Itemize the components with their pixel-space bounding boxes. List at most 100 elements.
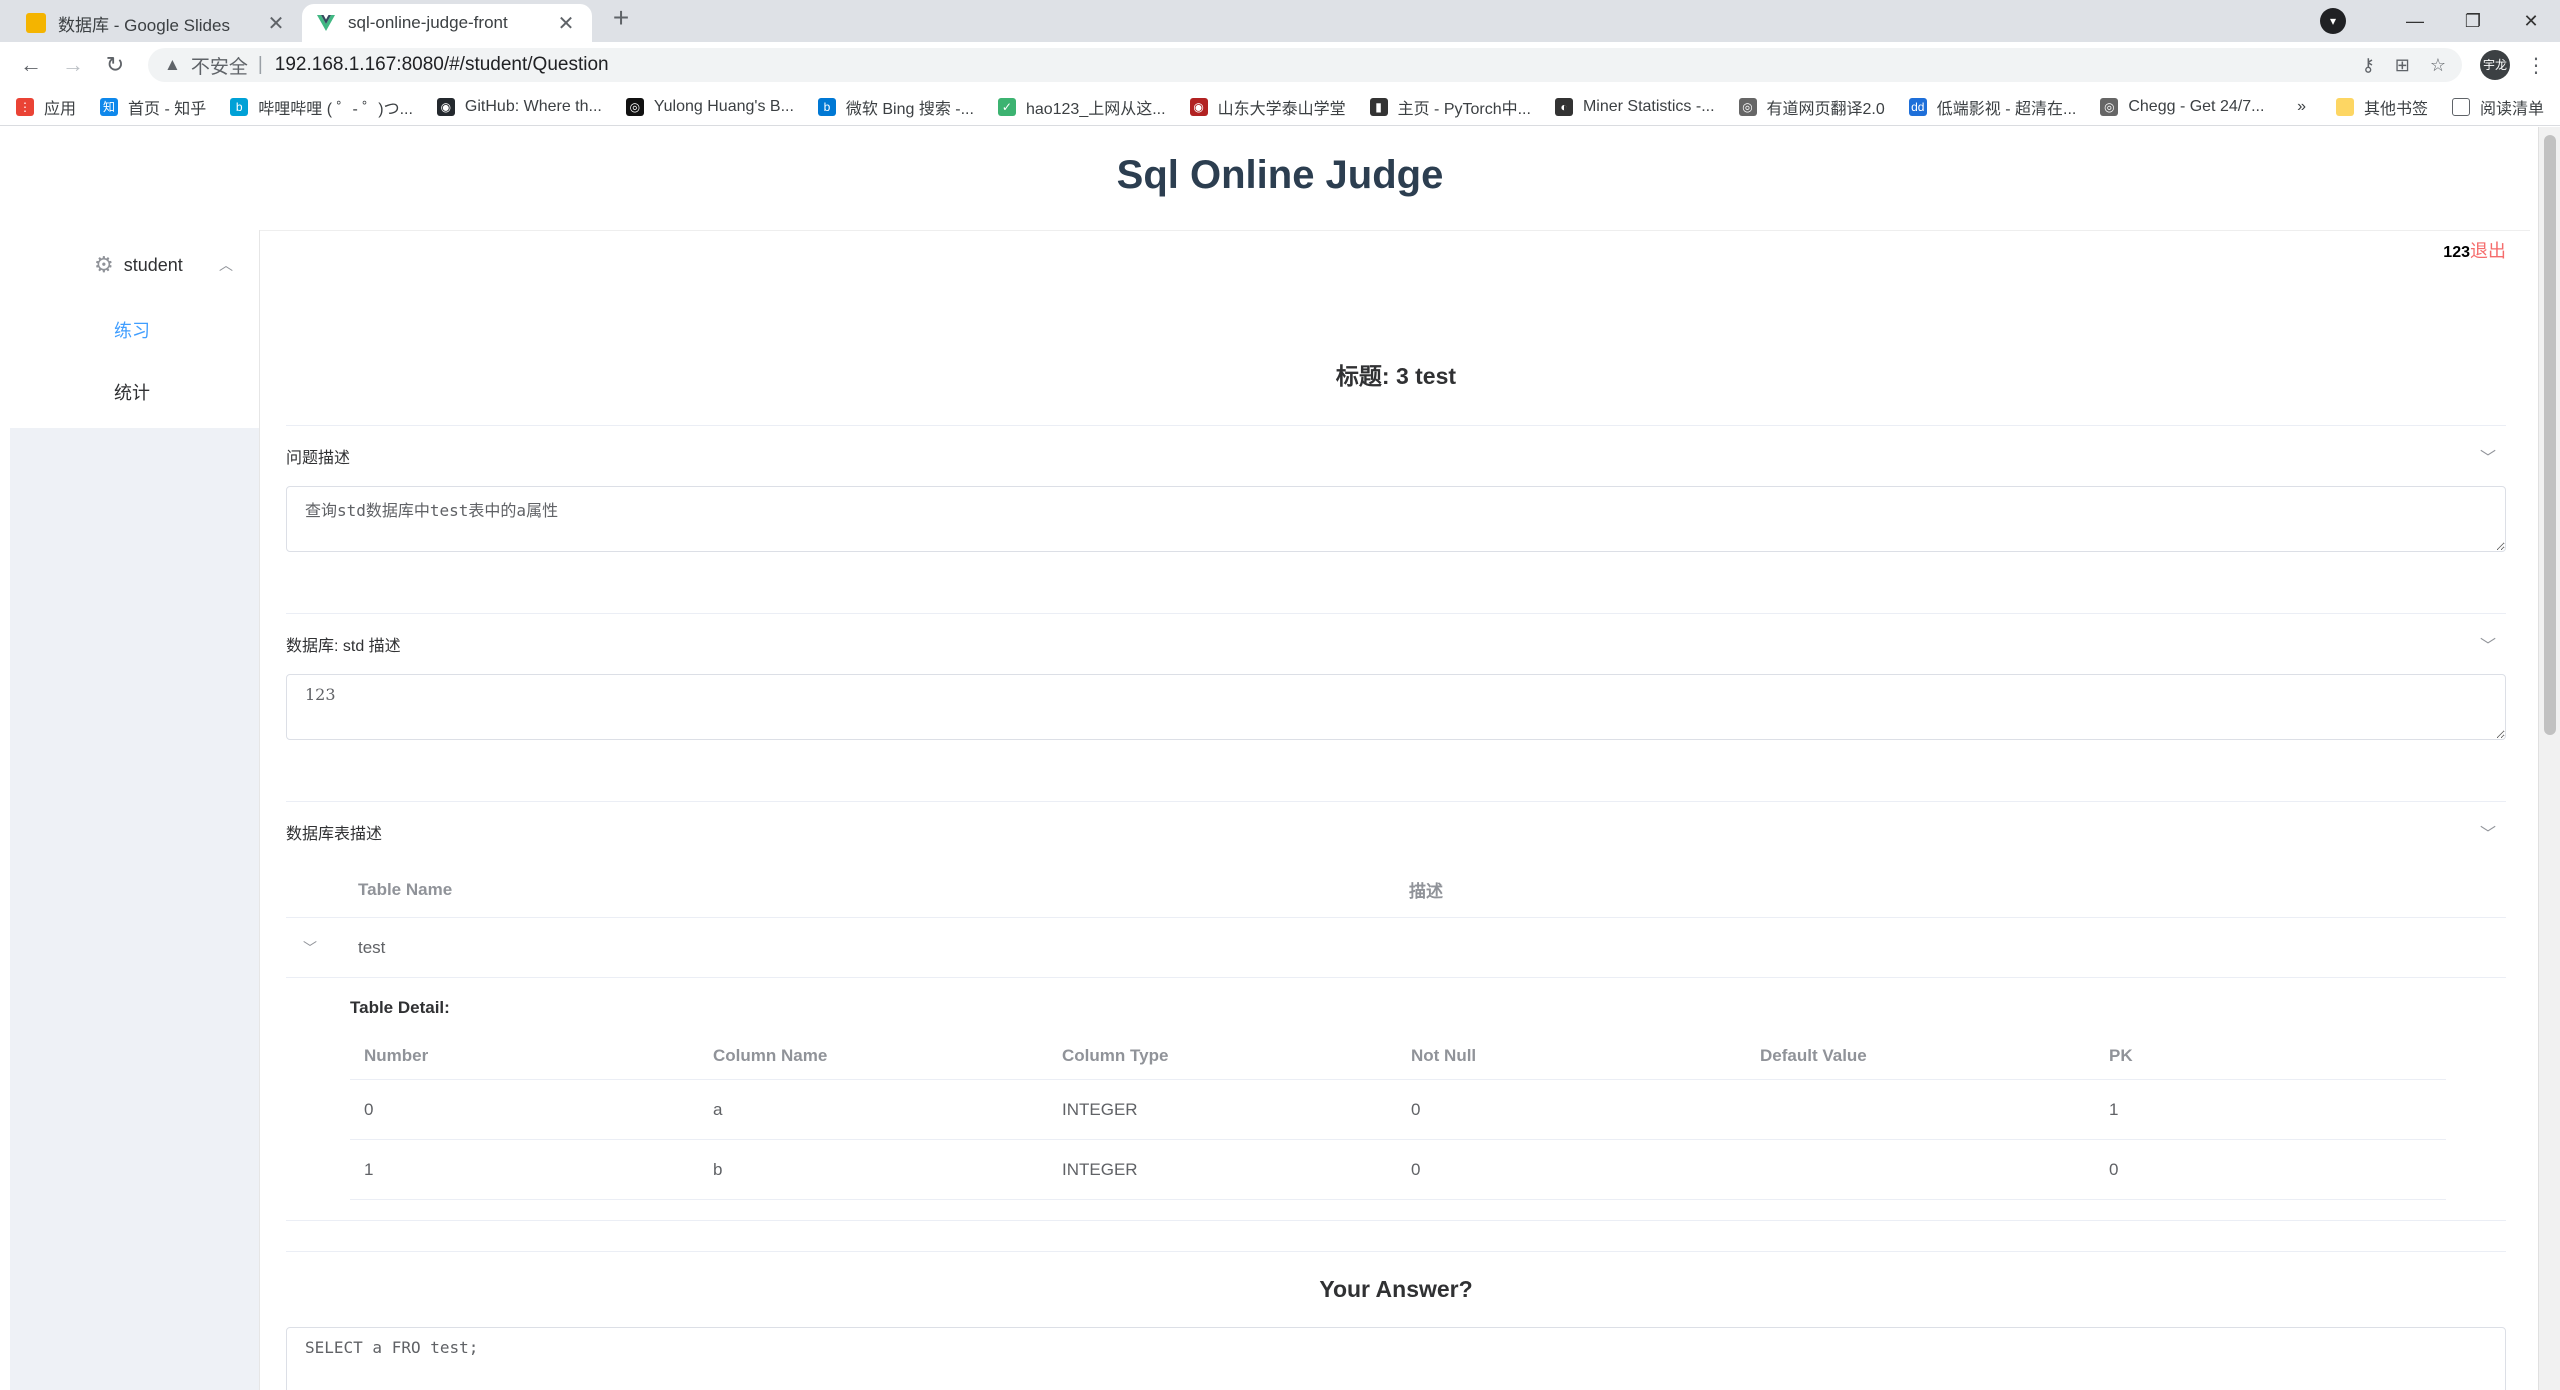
- url-text[interactable]: 192.168.1.167:8080/#/student/Question: [275, 54, 2342, 76]
- reload-icon[interactable]: ↻: [98, 52, 132, 78]
- sidebar-item-practice[interactable]: 练习: [10, 300, 259, 362]
- address-bar[interactable]: ▲ 不安全 | 192.168.1.167:8080/#/student/Que…: [148, 48, 2462, 82]
- bookmark-item[interactable]: b 微软 Bing 搜索 -...: [817, 95, 974, 119]
- profile-avatar[interactable]: 宇龙: [2480, 50, 2510, 80]
- table-row[interactable]: ﹀ test: [286, 918, 2506, 978]
- bookmark-item[interactable]: ◎ Yulong Huang's B...: [625, 97, 794, 116]
- user-info: 123退出: [2443, 237, 2506, 263]
- column-header: Table Name: [358, 879, 453, 899]
- username: 123: [2443, 244, 2470, 261]
- gear-icon: ⚙: [94, 252, 114, 277]
- answer-textarea[interactable]: [286, 1327, 2506, 1390]
- key-icon[interactable]: ⚷: [2362, 55, 2375, 76]
- bookmark-favicon-icon: ✓: [997, 97, 1016, 116]
- chevron-up-icon: ︿: [219, 257, 233, 273]
- bookmark-favicon-icon: b: [230, 97, 249, 116]
- bookmark-item[interactable]: b 哔哩哔哩 ( ゜- ゜)つ...: [230, 95, 413, 119]
- minimize-icon[interactable]: —: [2386, 11, 2444, 32]
- bookmark-label: Miner Statistics -...: [1582, 97, 1715, 115]
- page-viewport: Sql Online Judge ⚙ student ︿ 练习 统计 123退出…: [0, 127, 2560, 1390]
- column-header: Column Name: [713, 1045, 828, 1065]
- collapse-table-description: 数据库表描述 ﹀ Table Name 描述 ﹀ test Table Deta…: [286, 802, 2506, 1252]
- bookmark-favicon-icon: ◎: [625, 97, 644, 116]
- bookmark-label: hao123_上网从这...: [1025, 100, 1166, 118]
- back-icon[interactable]: ←: [14, 52, 48, 78]
- chevron-down-icon: ﹀: [2479, 450, 2496, 467]
- bookmark-favicon-icon: ◐: [1554, 97, 1573, 116]
- insecure-label: 不安全: [190, 56, 248, 78]
- restore-icon[interactable]: ❐: [2444, 11, 2502, 32]
- reading-list-label: 阅读清单: [2479, 100, 2544, 118]
- bookmark-item[interactable]: ◎ 有道网页翻译2.0: [1738, 95, 1885, 119]
- bookmark-item[interactable]: ▮ 主页 - PyTorch中...: [1369, 95, 1531, 119]
- other-bookmarks-label: 其他书签: [2363, 100, 2428, 118]
- star-icon[interactable]: ☆: [2430, 55, 2446, 76]
- sidebar-group-student[interactable]: ⚙ student ︿: [10, 230, 259, 300]
- app-title: Sql Online Judge: [1116, 153, 1444, 197]
- column-header: Default Value: [1760, 1045, 1867, 1065]
- question-description-textarea[interactable]: [286, 486, 2506, 552]
- collapse-header[interactable]: 问题描述 ﹀: [286, 426, 2506, 486]
- collapse-header-label: 数据库: std 描述: [286, 638, 401, 655]
- page-scrollbar[interactable]: [2538, 127, 2560, 1390]
- bookmark-label: 应用: [44, 100, 77, 118]
- sidebar-item-statistics[interactable]: 统计: [10, 362, 259, 424]
- bookmark-label: GitHub: Where th...: [464, 97, 602, 115]
- main-content: 123退出 标题: 3 test 问题描述 ﹀ 数据库: std 描述 ﹀ 数据…: [260, 230, 2530, 1390]
- table-row: 0 a INTEGER 0 1: [350, 1080, 2446, 1140]
- bookmark-favicon-icon: ◉: [436, 97, 455, 116]
- menu-icon[interactable]: ⋮: [2526, 53, 2546, 78]
- bookmark-item[interactable]: ⋮ 应用: [16, 95, 76, 119]
- translate-icon[interactable]: ⊞: [2395, 55, 2410, 76]
- tab-search-icon[interactable]: ▾: [2320, 8, 2346, 34]
- column-header: Not Null: [1411, 1045, 1477, 1065]
- collapse-header-label: 问题描述: [286, 450, 351, 467]
- browser-tab-slides[interactable]: 数据库 - Google Slides ✕: [12, 4, 302, 42]
- sidebar-group-label: student: [123, 254, 183, 275]
- browser-tab-sql-judge[interactable]: sql-online-judge-front ✕: [302, 4, 592, 42]
- column-header: Number: [364, 1045, 429, 1065]
- folder-icon: [2335, 97, 2354, 116]
- close-window-icon[interactable]: ✕: [2502, 11, 2560, 32]
- bookmark-item[interactable]: ◉ GitHub: Where th...: [436, 97, 602, 116]
- warning-icon: ▲: [164, 55, 181, 74]
- collapse-header-label: 数据库表描述: [286, 826, 383, 843]
- cell: 0: [2109, 1159, 2119, 1179]
- bookmark-label: 微软 Bing 搜索 -...: [845, 100, 974, 118]
- bookmark-favicon-icon: b: [817, 97, 836, 116]
- table-detail: Table Detail: Number Column Name Column …: [286, 978, 2506, 1221]
- bookmark-item[interactable]: ✓ hao123_上网从这...: [997, 95, 1166, 119]
- reading-list-icon: [2451, 97, 2470, 116]
- bookmark-item[interactable]: ◎ Chegg - Get 24/7...: [2100, 97, 2265, 116]
- scrollbar-thumb[interactable]: [2544, 135, 2556, 735]
- close-tab-icon[interactable]: ✕: [554, 11, 578, 36]
- slides-favicon-icon: [26, 13, 46, 33]
- forward-icon[interactable]: →: [56, 52, 90, 78]
- collapse-header[interactable]: 数据库: std 描述 ﹀: [286, 614, 2506, 674]
- database-description-textarea[interactable]: [286, 674, 2506, 740]
- table-detail-title: Table Detail:: [350, 998, 450, 1017]
- close-tab-icon[interactable]: ✕: [264, 11, 288, 36]
- bookmarks-bar: ⋮ 应用 知首页 - 知乎 b 哔哩哔哩 ( ゜- ゜)つ... ◉ GitHub: Whe…: [0, 88, 2560, 126]
- logout-link[interactable]: 退出: [2470, 241, 2506, 261]
- bookmark-item[interactable]: dd 低端影视 - 超清在...: [1908, 95, 2076, 119]
- bookmark-label: 山东大学泰山学堂: [1217, 100, 1346, 118]
- other-bookmarks[interactable]: 其他书签: [2335, 95, 2428, 119]
- bookmark-label: Yulong Huang's B...: [653, 97, 794, 115]
- reading-list[interactable]: 阅读清单: [2451, 95, 2544, 119]
- sidebar-menu: ⚙ student ︿ 练习 统计: [10, 230, 259, 428]
- bookmarks-overflow-icon[interactable]: »: [2297, 98, 2306, 116]
- question-title: 标题: 3 test: [1335, 363, 1457, 389]
- cell: b: [713, 1159, 723, 1179]
- bookmark-favicon-icon: dd: [1908, 97, 1927, 116]
- bookmark-item[interactable]: 知首页 - 知乎: [100, 95, 206, 119]
- bookmark-item[interactable]: ◉ 山东大学泰山学堂: [1189, 95, 1346, 119]
- collapse-header[interactable]: 数据库表描述 ﹀: [286, 802, 2506, 862]
- chevron-down-icon: ﹀: [2479, 826, 2496, 843]
- new-tab-button[interactable]: +: [604, 2, 638, 36]
- bookmark-item[interactable]: ◐ Miner Statistics -...: [1554, 97, 1715, 116]
- vue-favicon-icon: [316, 13, 336, 33]
- expand-chevron-icon[interactable]: ﹀: [286, 938, 334, 958]
- bookmark-label: Chegg - Get 24/7...: [2128, 97, 2265, 115]
- detail-table-header: Number Column Name Column Type Not Null …: [350, 1032, 2446, 1080]
